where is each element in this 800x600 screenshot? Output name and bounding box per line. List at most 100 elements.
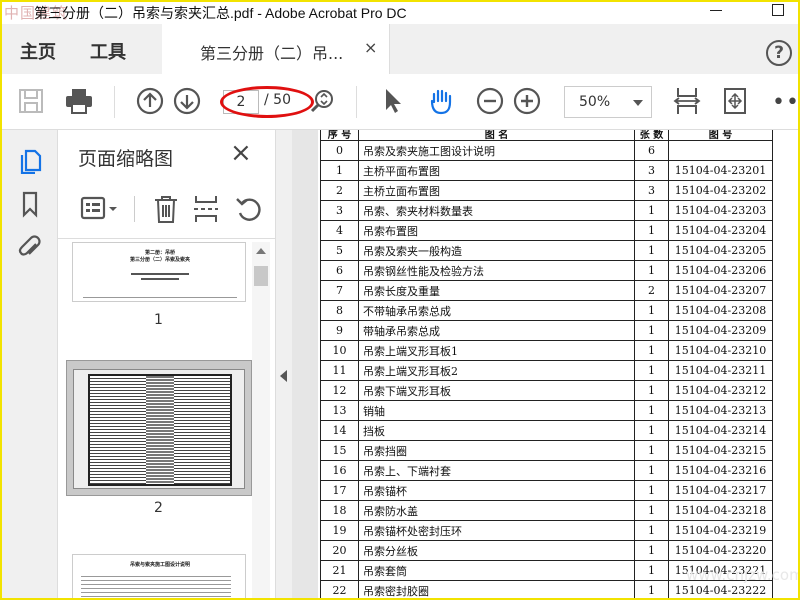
table-cell: 1	[634, 400, 669, 421]
header-cell: 图 号	[668, 130, 773, 141]
fit-width-icon[interactable]	[672, 86, 702, 116]
table-cell: 19	[320, 520, 359, 541]
pdf-page: 序 号 图 名 张 数 图 号 0 吊索及索夹施工图设计说明 6 1 主桥平面布置图 3 1…	[318, 130, 798, 598]
table-cell: 8	[320, 300, 359, 321]
page-thumbnail-2-selected[interactable]	[66, 360, 252, 496]
table-cell: 17	[320, 480, 359, 501]
table-cell: 吊索挡圈	[358, 440, 635, 461]
table-cell: 15104-04-23208	[668, 300, 773, 321]
zoom-value: 50%	[579, 94, 611, 110]
table-cell: 15104-04-23215	[668, 440, 773, 461]
panel-toolbar	[58, 188, 276, 230]
thumbnail-options-icon[interactable]	[80, 194, 120, 224]
table-cell: 15104-04-23217	[668, 480, 773, 501]
table-cell: 吊索及索夹施工图设计说明	[358, 140, 635, 161]
zoom-select[interactable]: 50%	[564, 86, 652, 118]
menu-tab-bar: 主页 工具 第三分册（二）吊... ×	[2, 24, 798, 74]
hand-tool-icon[interactable]	[426, 86, 456, 116]
table-row: 1 主桥平面布置图 3 15104-04-23201	[320, 160, 773, 181]
menu-tools[interactable]: 工具	[90, 38, 126, 64]
select-cursor-icon[interactable]	[378, 86, 408, 116]
document-tab[interactable]: 第三分册（二）吊... ×	[162, 24, 390, 74]
table-row: 6 吊索钢丝性能及检验方法 1 15104-04-23206	[320, 260, 773, 281]
thumbnail-title: 吊索与索夹施工图设计说明	[129, 562, 190, 568]
zoom-out-icon[interactable]	[475, 86, 505, 116]
previous-page-icon[interactable]	[135, 86, 165, 116]
table-cell: 1	[634, 560, 669, 581]
close-panel-icon[interactable]: ×	[230, 140, 252, 166]
table-cell: 吊索分丝板	[358, 540, 635, 561]
page-thumbnail-3[interactable]: 吊索与索夹施工图设计说明	[72, 554, 246, 598]
table-cell: 1	[634, 460, 669, 481]
table-row: 8 不带轴承吊索总成 1 15104-04-23208	[320, 300, 773, 321]
table-cell: 1	[634, 540, 669, 561]
header-cell: 图 名	[358, 130, 635, 141]
table-row: 17 吊索锚杯 1 15104-04-23217	[320, 480, 773, 501]
table-cell: 1	[634, 580, 669, 598]
thumbnail-subtitle: 第三分册（二）吊索及索夹	[129, 257, 190, 263]
table-cell: 1	[634, 340, 669, 361]
table-cell: 不带轴承吊索总成	[358, 300, 635, 321]
collapse-panel-icon[interactable]	[280, 370, 287, 382]
panel-splitter[interactable]	[276, 130, 292, 598]
left-navigation-rail	[2, 130, 58, 598]
table-cell: 1	[634, 360, 669, 381]
table-cell: 15104-04-23213	[668, 400, 773, 421]
table-cell: 14	[320, 420, 359, 441]
table-cell: 吊索上端叉形耳板1	[358, 340, 635, 361]
thumbnail-scrollbar[interactable]	[252, 242, 270, 598]
extract-pages-icon[interactable]	[192, 194, 220, 224]
trash-icon[interactable]	[152, 194, 180, 224]
table-cell: 13	[320, 400, 359, 421]
table-cell: 吊索密封胶圈	[358, 580, 635, 598]
table-row: 14 挡板 1 15104-04-23214	[320, 420, 773, 441]
table-cell: 吊索上端叉形耳板2	[358, 360, 635, 381]
table-cell: 1	[634, 520, 669, 541]
table-cell: 4	[320, 220, 359, 241]
table-cell: 1	[634, 320, 669, 341]
table-row: 16 吊索上、下端衬套 1 15104-04-23216	[320, 460, 773, 481]
rotate-icon[interactable]	[234, 194, 264, 224]
page-thumbnails-icon[interactable]	[16, 146, 44, 174]
next-page-icon[interactable]	[172, 86, 202, 116]
page-thumbnail-1[interactable]: 第二册：吊桥 第三分册（二）吊索及索夹	[72, 242, 246, 302]
table-cell: 3	[320, 200, 359, 221]
table-cell: 12	[320, 380, 359, 401]
table-cell: 15104-04-23209	[668, 320, 773, 341]
scroll-up-icon[interactable]	[256, 248, 266, 254]
panel-divider	[58, 238, 276, 239]
table-cell: 15104-04-23201	[668, 160, 773, 181]
close-tab-icon[interactable]: ×	[364, 38, 377, 57]
minimize-button[interactable]	[710, 10, 722, 11]
table-header: 序 号 图 名 张 数 图 号	[320, 130, 773, 141]
table-cell: 吊索上、下端衬套	[358, 460, 635, 481]
print-icon[interactable]	[64, 86, 94, 116]
table-cell: 主桥立面布置图	[358, 180, 635, 201]
menu-home[interactable]: 主页	[20, 38, 56, 64]
help-icon[interactable]: ?	[766, 40, 792, 66]
thumbnail-panel: 页面缩略图 × 第二册：吊桥 第三分册（二）吊索及索夹 1 2 吊索与索夹施工图…	[58, 130, 276, 598]
table-cell: 销轴	[358, 400, 635, 421]
table-cell: 3	[634, 180, 669, 201]
bookmark-icon[interactable]	[16, 190, 44, 218]
scrollbar-thumb[interactable]	[254, 266, 268, 286]
more-options-icon[interactable]: •••	[772, 90, 798, 115]
table-row: 10 吊索上端叉形耳板1 1 15104-04-23210	[320, 340, 773, 361]
table-cell: 15	[320, 440, 359, 461]
table-cell: 5	[320, 240, 359, 261]
table-cell: 15104-04-23220	[668, 540, 773, 561]
maximize-button[interactable]	[772, 4, 784, 16]
table-row: 13 销轴 1 15104-04-23213	[320, 400, 773, 421]
attachment-icon[interactable]	[16, 234, 44, 262]
table-cell: 吊索锚杯	[358, 480, 635, 501]
table-row: 0 吊索及索夹施工图设计说明 6	[320, 140, 773, 161]
table-cell: 7	[320, 280, 359, 301]
table-cell: 15104-04-23204	[668, 220, 773, 241]
table-row: 7 吊索长度及重量 2 15104-04-23207	[320, 280, 773, 301]
save-icon[interactable]	[16, 86, 46, 116]
zoom-fit-icon[interactable]	[308, 86, 338, 116]
zoom-in-icon[interactable]	[512, 86, 542, 116]
full-screen-icon[interactable]	[720, 86, 750, 116]
app-window: 中国建筑 第三分册（二）吊索与索夹汇总.pdf - Adobe Acrobat …	[0, 0, 800, 600]
table-cell: 吊索、索夹材料数量表	[358, 200, 635, 221]
